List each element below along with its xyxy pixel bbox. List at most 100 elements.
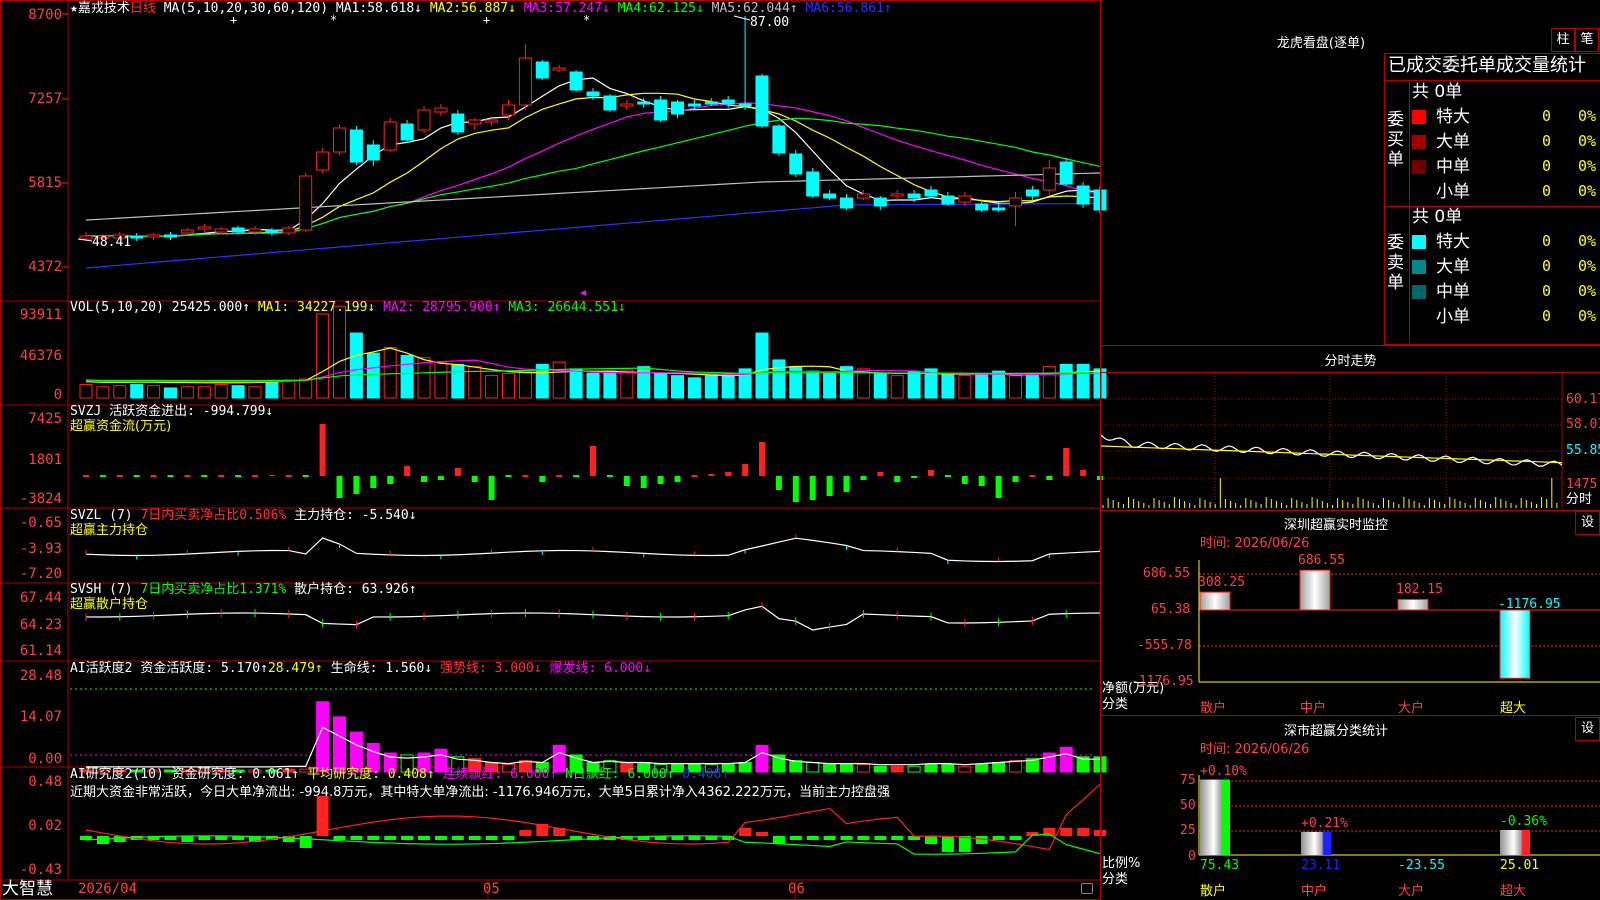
class-bar-value: 75.43 [1200, 858, 1240, 873]
vol-ma1: MA1: 34227.199↓ [257, 300, 376, 315]
class-bar [1200, 779, 1230, 855]
ai-research-nday: N日飘红: 6.000↑ [564, 767, 675, 782]
monitor-category: 散户 [1200, 701, 1227, 716]
monitor-bar [1199, 591, 1231, 611]
left-chart-frame [0, 0, 1101, 900]
class-bar-change: +0.21% [1301, 815, 1348, 831]
ma-header: MA(5,10,20,30,60,120) [163, 1, 329, 16]
lock-icon[interactable] [1081, 883, 1093, 894]
svzl-subtitle: 超赢主力持仓 [70, 523, 149, 538]
buy-row-name: 特大 [1436, 107, 1470, 127]
buy-row-swatch [1412, 135, 1426, 149]
ai-research-last: 0.408↑ [682, 767, 730, 782]
period-label[interactable]: 日线 [130, 1, 156, 16]
sell-total: 共 0单 [1412, 207, 1463, 227]
monitor-time: 时间: 2026/06/26 [1200, 536, 1310, 551]
vol-ma2: MA2: 28795.900↑ [383, 300, 501, 315]
y-label-svzl-3: -7.20 [19, 566, 62, 582]
monitor-settings-button[interactable]: 设 [1575, 511, 1600, 535]
sell-row-swatch [1412, 235, 1426, 249]
sell-row-swatch [1412, 285, 1426, 299]
main-header: ★嘉戎技术日线 MA(5,10,20,30,60,120) MA1:58.618… [70, 1, 892, 16]
buy-row-count: 0 [1542, 132, 1552, 150]
divider [1384, 80, 1600, 81]
y-label-vol-1: 93911 [19, 307, 62, 323]
ai-active-header: AI活跃度2 资金活跃度: 5.170↑28.479↑ 生命线: 1.560↓ … [70, 661, 651, 676]
class-axis-cat: 分类 [1102, 872, 1129, 887]
svzl-title: SVZL (7) [70, 508, 133, 523]
y-label-svzj-3: -3824 [19, 491, 62, 507]
buy-total: 共 0单 [1412, 82, 1463, 102]
monitor-category: 超大 [1500, 701, 1527, 716]
ma3-label: MA3: [523, 1, 556, 16]
svzj-title: SVZJ [70, 404, 102, 419]
class-category: 超大 [1500, 884, 1527, 899]
ma1-value: 58.618↓ [367, 1, 422, 16]
ma5-label: MA5: [711, 1, 743, 16]
y-label-svsh-2: 64.23 [19, 617, 62, 633]
monitor-title: 深圳超赢实时监控 [1283, 518, 1388, 533]
monitor-bar [1397, 598, 1429, 611]
ai-research-red: 连续飘红: 6.000↑ [442, 767, 558, 782]
buy-row-count: 0 [1542, 107, 1552, 125]
star-icon[interactable]: ★ [70, 1, 78, 16]
y-label-svsh-1: 67.44 [19, 590, 62, 606]
sell-row-name: 大单 [1436, 257, 1470, 277]
low-marker: 48.41 [92, 235, 132, 250]
class-y-3: 25 [1180, 823, 1196, 838]
vol-header: VOL(5,10,20) 25425.000↑ MA1: 34227.199↓ … [70, 300, 626, 315]
sell-row-swatch [1412, 310, 1426, 324]
y-label-main-1: 8700 [28, 7, 62, 23]
ma4-label: MA4: [617, 1, 650, 16]
high-marker: 87.00 [750, 15, 790, 30]
sell-row-pct: 0% [1578, 232, 1597, 250]
svsh-subtitle: 超赢散户持仓 [70, 597, 149, 612]
app-logo[interactable]: 大智慧 [2, 879, 53, 899]
y-label-svsh-3: 61.14 [19, 643, 62, 659]
monitor-axis-cat: 分类 [1102, 697, 1129, 712]
class-bar-value: -23.55 [1398, 858, 1445, 873]
class-time: 时间: 2026/06/26 [1200, 742, 1310, 757]
ma2-label: MA2: [429, 1, 462, 16]
monitor-category: 大户 [1398, 701, 1425, 716]
sell-row-name: 小单 [1436, 307, 1470, 327]
svzl-label: 主力持仓: -5.540↓ [294, 508, 417, 523]
class-bar-value: 23.11 [1301, 858, 1341, 873]
divider [1101, 510, 1600, 511]
ai-active-label: 资金活跃度: 5.170↑ [140, 661, 268, 676]
stock-name[interactable]: 嘉戎技术 [78, 1, 130, 16]
tick-mode-button[interactable]: 笔 [1575, 28, 1599, 52]
monitor-bar-value: 308.25 [1198, 575, 1245, 591]
y-label-main-3: 5815 [28, 175, 62, 191]
intraday-y-1: 60.17 [1566, 392, 1600, 407]
bar-mode-button[interactable]: 柱 [1551, 28, 1575, 52]
buy-row-name: 中单 [1436, 157, 1470, 177]
y-label-svzj-1: 7425 [28, 411, 62, 427]
ai-active-strong: 强势线: 3.000↓ [440, 661, 542, 676]
class-settings-button[interactable]: 设 [1575, 717, 1600, 741]
divider [1101, 372, 1600, 373]
class-bar [1301, 831, 1331, 855]
ai-active-title: AI活跃度2 [70, 661, 133, 676]
intraday-vol-label: 1475 [1566, 477, 1598, 492]
ai-research-header: AI研究度2(10) 资金研究度: 0.061↑ 平均研究度: 0.408↑ 连… [70, 767, 729, 782]
y-label-svzl-1: -0.65 [19, 515, 62, 531]
vol-title: VOL(5,10,20) [70, 300, 164, 315]
sell-orders-label: 委卖单 [1387, 233, 1404, 293]
vol-ma3: MA3: 26644.551↓ [508, 300, 626, 315]
divider [1409, 80, 1410, 343]
intraday-y-2: 58.01 [1566, 417, 1600, 432]
class-bar-change: +0.10% [1200, 763, 1247, 779]
order-stats-title: 已成交委托单成交量统计 [1388, 55, 1586, 76]
buy-row-pct: 0% [1578, 107, 1597, 125]
class-category: 中户 [1301, 884, 1328, 899]
monitor-bar-value: 686.55 [1298, 553, 1345, 569]
date-label-1: 2026/04 [78, 881, 138, 897]
buy-row-name: 大单 [1436, 132, 1470, 152]
ma2-value: 56.887↓ [461, 1, 516, 16]
ma6-value: 56.861↑ [836, 1, 892, 16]
svzj-label: 活跃资金进出: -994.799↓ [109, 404, 274, 419]
buy-row-pct: 0% [1578, 157, 1597, 175]
class-bar [1500, 829, 1530, 855]
monitor-y-3: -555.78 [1137, 638, 1192, 653]
